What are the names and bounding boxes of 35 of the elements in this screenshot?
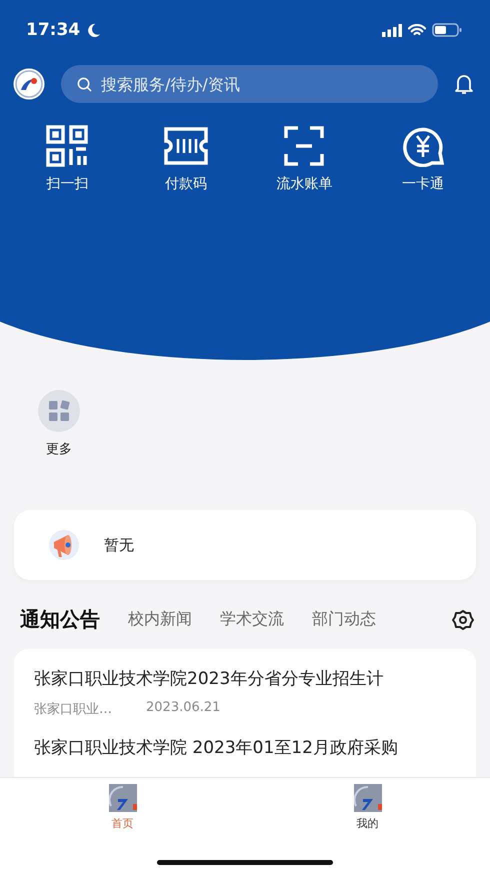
- news-tab[interactable]: 学术交流: [220, 609, 284, 630]
- moon-icon: [86, 22, 102, 38]
- logo-icon: [108, 784, 136, 812]
- logo-icon: [354, 784, 382, 812]
- app-shortcut[interactable]: 更多: [38, 390, 80, 458]
- news-source: 张家口职业…: [34, 701, 112, 718]
- status-time: 17:34: [26, 20, 80, 40]
- logo-icon: [13, 68, 45, 100]
- battery-icon: [432, 23, 462, 37]
- quick-action[interactable]: 付款码: [140, 125, 231, 193]
- news-title[interactable]: 张家口职业技术学院2023年分省分专业招生计: [34, 667, 462, 690]
- qr-code-icon: [46, 125, 88, 167]
- quick-action[interactable]: 流水账单: [259, 125, 350, 193]
- news-tab[interactable]: 校内新闻: [128, 609, 192, 630]
- settings-icon: [452, 608, 474, 630]
- news-title[interactable]: 张家口职业技术学院 2023年01至12月政府采购: [34, 736, 462, 759]
- grid-icon: [38, 390, 80, 432]
- search-field[interactable]: 搜索服务/待办/资讯: [61, 65, 438, 103]
- ticket-icon: [164, 125, 208, 167]
- wifi-icon: [408, 24, 426, 36]
- yen-coin-icon: [402, 125, 444, 167]
- notification-button[interactable]: [454, 73, 474, 95]
- settings-button[interactable]: [452, 608, 474, 630]
- news-date: 2023.06.21: [146, 700, 220, 717]
- news-tab[interactable]: 部门动态: [312, 609, 376, 630]
- signal-icon: [382, 24, 402, 36]
- megaphone-icon: [48, 528, 82, 562]
- search-icon: [77, 77, 92, 92]
- quick-action[interactable]: 一卡通: [378, 125, 468, 193]
- quick-action[interactable]: 扫一扫: [22, 125, 112, 193]
- news-tab[interactable]: 通知公告: [20, 606, 100, 633]
- scan-frame-icon: [284, 125, 324, 167]
- bell-icon: [454, 73, 474, 95]
- bottom-tab[interactable]: 我的: [354, 784, 382, 834]
- notice-text: 暂无: [104, 536, 134, 554]
